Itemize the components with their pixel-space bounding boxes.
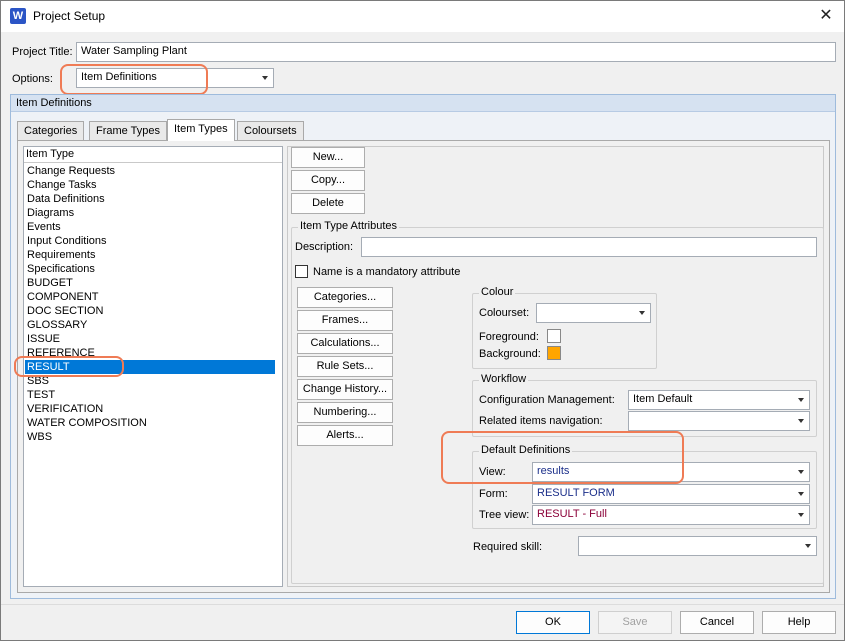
workflow-group-title: Workflow xyxy=(479,373,529,385)
related-items-label: Related items navigation: xyxy=(479,415,603,427)
list-item[interactable]: TEST xyxy=(25,388,275,402)
item-type-attributes-title: Item Type Attributes xyxy=(298,220,400,232)
foreground-label: Foreground: xyxy=(479,331,539,343)
list-item[interactable]: Events xyxy=(25,220,275,234)
foreground-swatch[interactable] xyxy=(547,329,561,343)
chevron-down-icon xyxy=(798,513,804,517)
tab-coloursets[interactable]: Coloursets xyxy=(237,121,304,141)
cancel-button[interactable]: Cancel xyxy=(680,611,754,634)
options-label: Options: xyxy=(12,73,53,85)
related-items-dropdown[interactable] xyxy=(628,411,810,431)
project-setup-window: W Project Setup ✕ Project Title: Water S… xyxy=(0,0,845,641)
configuration-management-value: Item Default xyxy=(633,393,693,405)
list-item[interactable]: COMPONENT xyxy=(25,290,275,304)
list-item[interactable]: Diagrams xyxy=(25,206,275,220)
categories-button[interactable]: Categories... xyxy=(297,287,393,308)
tree-view-label: Tree view: xyxy=(479,509,530,521)
alerts-button[interactable]: Alerts... xyxy=(297,425,393,446)
window-title: Project Setup xyxy=(33,9,106,23)
form-dropdown[interactable]: RESULT FORM xyxy=(532,484,810,504)
list-item[interactable]: Data Definitions xyxy=(25,192,275,206)
chevron-down-icon xyxy=(798,470,804,474)
title-bar: W Project Setup ✕ xyxy=(1,1,844,32)
chevron-down-icon xyxy=(262,76,268,80)
description-label: Description: xyxy=(295,241,354,253)
required-skill-dropdown[interactable] xyxy=(578,536,817,556)
configuration-management-label: Configuration Management: xyxy=(479,394,615,406)
list-item[interactable]: WBS xyxy=(25,430,275,444)
tab-frame-types[interactable]: Frame Types xyxy=(89,121,167,141)
chevron-down-icon xyxy=(798,398,804,402)
numbering-button[interactable]: Numbering... xyxy=(297,402,393,423)
mandatory-label: Name is a mandatory attribute xyxy=(313,266,461,278)
chevron-down-icon xyxy=(798,492,804,496)
copy-button[interactable]: Copy... xyxy=(291,170,365,191)
result-highlight xyxy=(14,356,124,377)
tab-item-types[interactable]: Item Types xyxy=(167,119,235,141)
colourset-dropdown[interactable] xyxy=(536,303,651,323)
list-item[interactable]: WATER COMPOSITION xyxy=(25,416,275,430)
list-item[interactable]: Input Conditions xyxy=(25,234,275,248)
tab-categories[interactable]: Categories xyxy=(17,121,85,141)
configuration-management-dropdown[interactable]: Item Default xyxy=(628,390,810,410)
list-item[interactable]: BUDGET xyxy=(25,276,275,290)
description-input[interactable] xyxy=(361,237,817,257)
list-item[interactable]: Requirements xyxy=(25,248,275,262)
required-skill-label: Required skill: xyxy=(473,541,543,553)
project-title-label: Project Title: xyxy=(12,46,73,58)
list-item[interactable]: Change Tasks xyxy=(25,178,275,192)
rule-sets-button[interactable]: Rule Sets... xyxy=(297,356,393,377)
list-item[interactable]: GLOSSARY xyxy=(25,318,275,332)
form-label: Form: xyxy=(479,488,508,500)
list-item[interactable]: Change Requests xyxy=(25,164,275,178)
tree-view-value: RESULT - Full xyxy=(537,508,607,520)
delete-button[interactable]: Delete xyxy=(291,193,365,214)
colour-group-title: Colour xyxy=(479,286,516,298)
list-item[interactable]: Specifications xyxy=(25,262,275,276)
save-button[interactable]: Save xyxy=(598,611,672,634)
list-item[interactable]: VERIFICATION xyxy=(25,402,275,416)
change-history-button[interactable]: Change History... xyxy=(297,379,393,400)
project-title-input[interactable]: Water Sampling Plant xyxy=(76,42,836,62)
mandatory-checkbox[interactable] xyxy=(295,265,308,278)
background-label: Background: xyxy=(479,348,541,360)
frames-button[interactable]: Frames... xyxy=(297,310,393,331)
background-swatch[interactable] xyxy=(547,346,561,360)
ok-button[interactable]: OK xyxy=(516,611,590,634)
close-icon[interactable]: ✕ xyxy=(814,5,838,27)
app-logo-icon: W xyxy=(10,8,26,24)
list-item[interactable]: ISSUE xyxy=(25,332,275,346)
chevron-down-icon xyxy=(805,544,811,548)
chevron-down-icon xyxy=(639,311,645,315)
default-definitions-highlight xyxy=(441,431,684,484)
help-button[interactable]: Help xyxy=(762,611,836,634)
new-button[interactable]: New... xyxy=(291,147,365,168)
tree-view-dropdown[interactable]: RESULT - Full xyxy=(532,505,810,525)
colourset-label: Colourset: xyxy=(479,307,530,319)
chevron-down-icon xyxy=(798,419,804,423)
list-item[interactable]: DOC SECTION xyxy=(25,304,275,318)
options-highlight xyxy=(60,64,208,95)
item-definitions-header: Item Definitions xyxy=(11,95,835,112)
item-type-column-header[interactable]: Item Type xyxy=(24,147,282,163)
calculations-button[interactable]: Calculations... xyxy=(297,333,393,354)
footer-divider xyxy=(1,604,844,605)
form-value: RESULT FORM xyxy=(537,487,615,499)
